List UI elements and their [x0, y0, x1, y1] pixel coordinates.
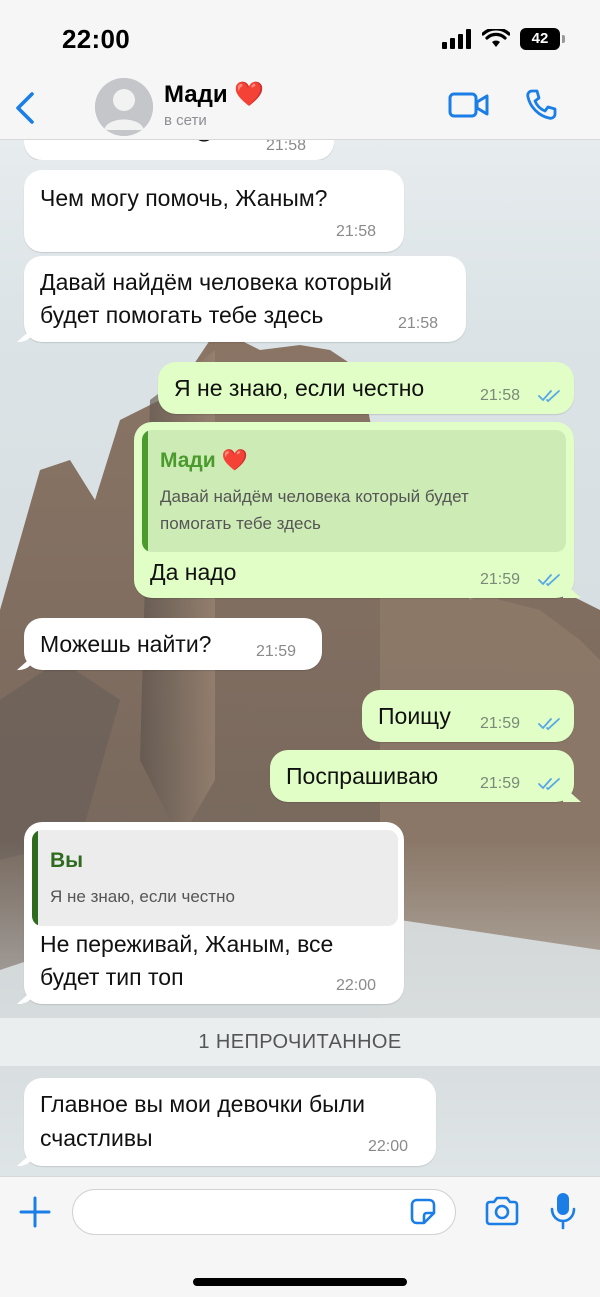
- message-incoming[interactable]: Можешь найти? 21:59: [24, 618, 322, 670]
- reply-quote[interactable]: Вы Я не знаю, если честно: [32, 830, 398, 926]
- message-input[interactable]: [72, 1189, 456, 1235]
- message-incoming-reply[interactable]: Вы Я не знаю, если честно Не переживай, …: [24, 822, 404, 1004]
- double-check-icon: [538, 390, 560, 403]
- message-text-line: Не переживай, Жаным, все: [40, 931, 334, 957]
- camera-icon[interactable]: [484, 1195, 520, 1227]
- wifi-icon: [482, 29, 510, 47]
- quote-text-line: помогать тебе здесь: [160, 514, 321, 533]
- phone-icon[interactable]: [524, 88, 558, 122]
- quote-bar: [32, 830, 38, 926]
- video-call-icon[interactable]: [448, 90, 490, 120]
- message-time: 21:59: [480, 775, 521, 792]
- message-time: 21:58: [336, 223, 377, 240]
- status-time: 22:00: [62, 24, 130, 54]
- quote-author: Мади ❤️: [160, 449, 248, 472]
- message-text: Поищу: [378, 703, 451, 729]
- message-text: Поспрашиваю: [286, 763, 439, 789]
- battery-icon: 42: [520, 28, 565, 50]
- message-outgoing-reply[interactable]: Мади ❤️ Давай найдём человека который бу…: [134, 422, 574, 598]
- status-icons: 42: [442, 28, 565, 50]
- message-text-line: Главное вы мои девочки были: [40, 1091, 365, 1117]
- message-text: Можешь найти?: [40, 631, 212, 657]
- message-outgoing[interactable]: Поспрашиваю 21:59: [270, 750, 574, 802]
- quote-bar: [142, 430, 148, 552]
- double-check-icon: [538, 778, 560, 791]
- message-time: 21:58: [480, 387, 521, 404]
- message-time: 21:59: [480, 571, 521, 588]
- quote-text-line: Я не знаю, если честно: [50, 887, 235, 906]
- message-time: 21:59: [256, 643, 297, 660]
- message-text: Чем могу помочь, Жаным?: [40, 185, 328, 211]
- home-indicator: [193, 1278, 407, 1286]
- contact-name[interactable]: Мади ❤️: [164, 80, 264, 109]
- message-text: Да надо: [150, 559, 237, 585]
- microphone-icon[interactable]: [548, 1191, 578, 1231]
- quote-text-line: Давай найдём человека который будет: [160, 487, 469, 506]
- message-text: Я не знаю, если честно: [174, 375, 425, 401]
- back-chevron-icon[interactable]: [10, 88, 42, 128]
- message-text-line: Давай найдём человека который: [40, 269, 392, 295]
- contact-status: в сети: [164, 112, 207, 129]
- message-time: 21:58: [398, 315, 439, 332]
- message-incoming[interactable]: Давай найдём человека который будет помо…: [24, 256, 466, 342]
- chat-header: Мади ❤️ в сети: [0, 78, 600, 140]
- avatar-placeholder-icon: [95, 78, 153, 136]
- double-check-icon: [538, 574, 560, 587]
- message-time: 22:00: [368, 1138, 409, 1155]
- message-text-line: будет тип топ: [40, 964, 184, 990]
- message-time: 22:00: [336, 977, 377, 994]
- message-incoming[interactable]: Главное вы мои девочки были счастливы 22…: [24, 1078, 436, 1166]
- message-incoming[interactable]: Чем могу помочь, Жаным? 21:58: [24, 170, 404, 252]
- avatar[interactable]: [95, 78, 153, 136]
- signal-icon: [442, 29, 471, 49]
- quote-author: Вы: [50, 849, 84, 872]
- reply-quote[interactable]: Мади ❤️ Давай найдём человека который бу…: [142, 430, 566, 552]
- message-text-line: счастливы: [40, 1125, 153, 1151]
- message-outgoing[interactable]: Поищу 21:59: [362, 690, 574, 742]
- sticker-icon[interactable]: [408, 1197, 438, 1227]
- double-check-icon: [538, 718, 560, 731]
- plus-icon[interactable]: [18, 1195, 52, 1229]
- message-input-bar: [0, 1176, 600, 1297]
- message-time: 21:59: [480, 715, 521, 732]
- message-outgoing[interactable]: Я не знаю, если честно 21:58: [158, 362, 574, 414]
- message-text-line: будет помогать тебе здесь: [40, 302, 324, 328]
- unread-divider: 1 НЕПРОЧИТАННОЕ: [0, 1018, 600, 1066]
- status-bar: 22:00 42: [0, 0, 600, 78]
